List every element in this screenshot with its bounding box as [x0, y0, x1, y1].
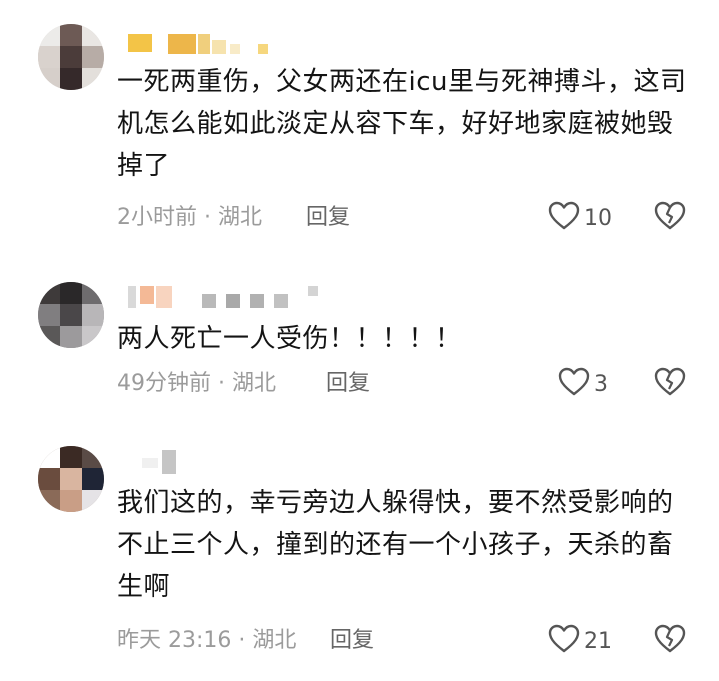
reply-button[interactable]: 回复	[330, 624, 374, 658]
broken-heart-icon	[654, 624, 686, 658]
avatar[interactable]	[38, 446, 104, 512]
dislike-button[interactable]	[654, 624, 686, 658]
avatar[interactable]	[38, 282, 104, 348]
like-button[interactable]: 10	[548, 201, 612, 235]
like-count: 10	[584, 205, 612, 231]
reply-button[interactable]: 回复	[326, 367, 370, 401]
comment-time-location: 昨天 23:16 · 湖北	[117, 628, 297, 653]
dislike-button[interactable]	[654, 201, 686, 235]
heart-outline-icon	[548, 201, 580, 235]
like-button[interactable]: 21	[548, 624, 612, 658]
comment-text: 两人死亡一人受伤！！！！！	[117, 324, 462, 354]
comment-text: 我们这的，幸亏旁边人躲得快，要不然受影响的不止三个人，撞到的还有一个小孩子，天杀…	[117, 488, 674, 602]
heart-outline-icon	[548, 624, 580, 658]
username-blurred[interactable]	[128, 34, 278, 58]
reply-button[interactable]: 回复	[306, 201, 350, 235]
dislike-button[interactable]	[654, 367, 686, 401]
comment-text: 一死两重伤，父女两还在icu里与死神搏斗，这司机怎么能如此淡定从容下车，好好地家…	[117, 67, 687, 181]
heart-outline-icon	[558, 367, 590, 401]
comment-time-location: 2小时前 · 湖北	[117, 205, 262, 230]
like-button[interactable]: 3	[558, 367, 608, 401]
like-count: 3	[594, 371, 608, 397]
avatar[interactable]	[38, 24, 104, 90]
comment-time-location: 49分钟前 · 湖北	[117, 371, 276, 396]
like-count: 21	[584, 628, 612, 654]
broken-heart-icon	[654, 367, 686, 401]
username-blurred[interactable]	[128, 450, 188, 474]
username-blurred[interactable]	[128, 286, 328, 310]
broken-heart-icon	[654, 201, 686, 235]
